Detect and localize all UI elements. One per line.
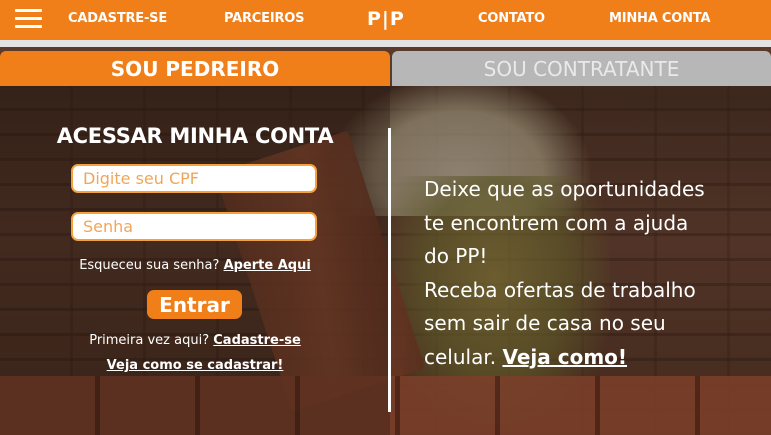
forgot-password-link[interactable]: Aperte Aqui bbox=[224, 258, 311, 273]
first-time-text: Primeira vez aqui? bbox=[89, 333, 210, 348]
promo-line-5: sem sair de casa no seu bbox=[424, 311, 666, 335]
promo-line-1: Deixe que as oportunidades bbox=[424, 177, 705, 201]
pp-logo[interactable]: P|P bbox=[367, 8, 405, 30]
nav-link-minha-conta[interactable]: MINHA CONTA bbox=[609, 11, 711, 26]
see-how-link[interactable]: Veja como! bbox=[502, 345, 627, 369]
forgot-password-text: Esqueceu sua senha? bbox=[79, 258, 220, 273]
login-title: ACESSAR MINHA CONTA bbox=[56, 124, 334, 148]
how-to-signup-link[interactable]: Veja como se cadastrar! bbox=[107, 358, 284, 373]
password-field[interactable] bbox=[71, 212, 317, 241]
nav-link-parceiros[interactable]: PARCEIROS bbox=[224, 11, 304, 26]
forgot-password-line: Esqueceu sua senha? Aperte Aqui bbox=[0, 258, 390, 273]
promo-line-3: do PP! bbox=[424, 244, 488, 268]
enter-button[interactable]: Entrar bbox=[147, 290, 242, 319]
how-to-signup-line: Veja como se cadastrar! bbox=[0, 358, 390, 373]
nav-link-cadastre-se[interactable]: CADASTRE-SE bbox=[68, 11, 167, 26]
signup-link[interactable]: Cadastre-se bbox=[213, 333, 301, 348]
promo-line-4: Receba ofertas de trabalho bbox=[424, 277, 696, 302]
nav-link-contato[interactable]: CONTATO bbox=[478, 11, 545, 26]
tab-sou-contratante[interactable]: SOU CONTRATANTE bbox=[392, 51, 771, 86]
promo-message: Deixe que as oportunidades te encontrem … bbox=[424, 173, 764, 374]
cpf-input[interactable] bbox=[73, 166, 315, 191]
password-input[interactable] bbox=[73, 214, 315, 239]
promo-line-2: te encontrem com a ajuda bbox=[424, 210, 689, 235]
tab-sou-pedreiro[interactable]: SOU PEDREIRO bbox=[0, 51, 390, 86]
hamburger-menu-icon[interactable] bbox=[15, 9, 42, 29]
first-time-line: Primeira vez aqui? Cadastre-se bbox=[0, 333, 390, 348]
nav-divider-strip bbox=[0, 40, 771, 47]
promo-line-6-text: celular. bbox=[424, 344, 497, 369]
promo-line-6: celular. Veja como! bbox=[424, 341, 764, 375]
top-navigation-bar: CADASTRE-SE PARCEIROS P|P CONTATO MINHA … bbox=[0, 0, 771, 40]
cpf-field[interactable] bbox=[71, 164, 317, 193]
